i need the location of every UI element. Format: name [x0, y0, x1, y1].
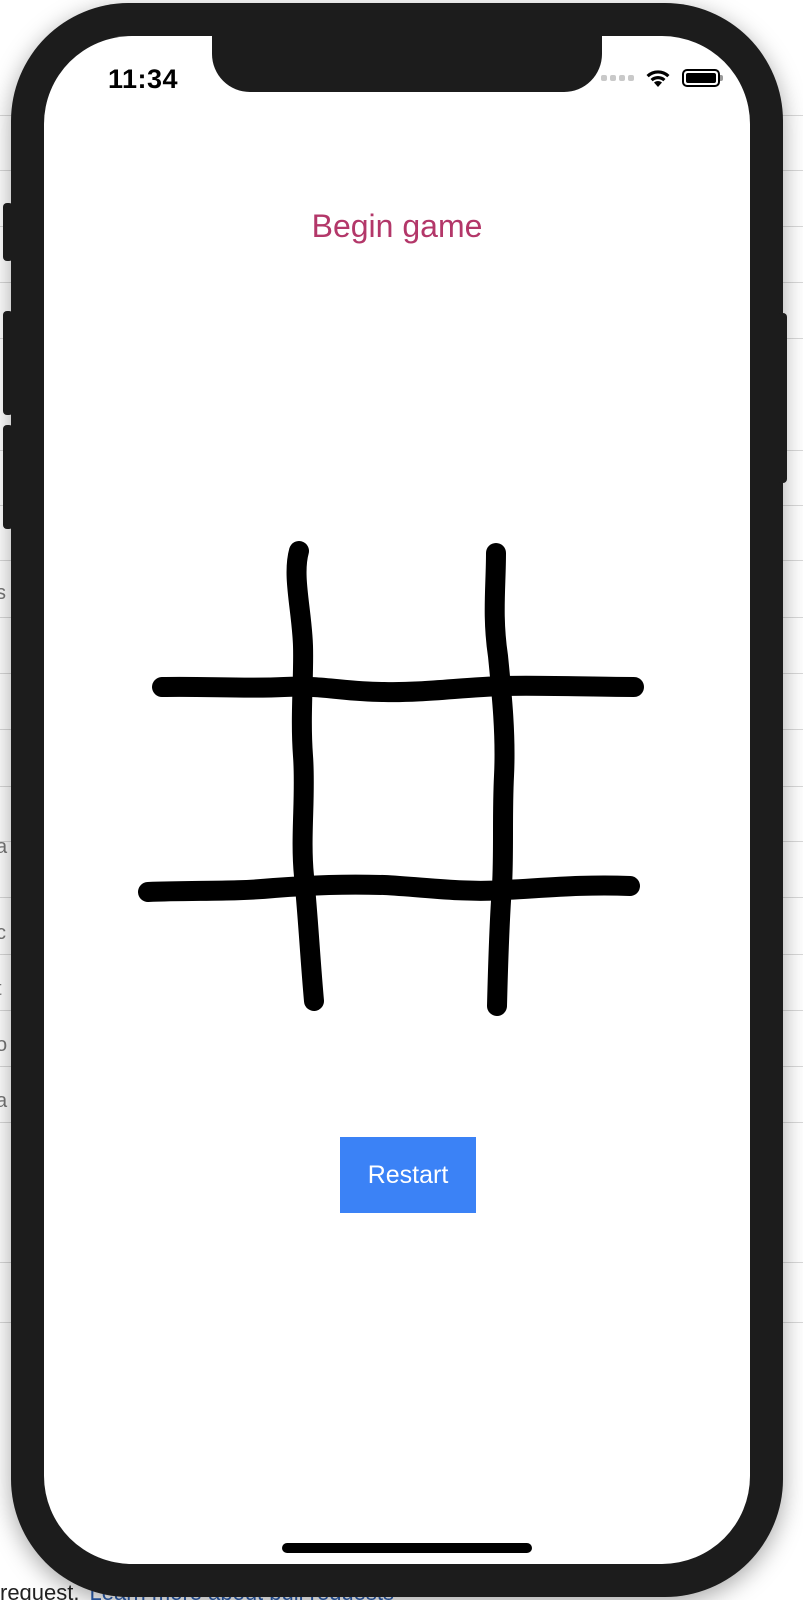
grid-line-vertical-right [484, 543, 515, 1016]
volume-up-button [3, 311, 13, 415]
home-indicator[interactable] [282, 1543, 532, 1553]
background-text-fragment: a [0, 1090, 8, 1112]
mute-switch [3, 203, 13, 261]
background-text-fragment: a [0, 836, 8, 858]
app-screen: 11:34 Begin game Restart [44, 36, 750, 1564]
background-text-fragment: s [0, 582, 6, 604]
power-button [777, 313, 787, 483]
background-text-fragment: t [0, 978, 2, 1001]
phone-frame: 11:34 Begin game Restart [3, 3, 787, 1597]
footer-text: request. [0, 1580, 80, 1600]
grid-line-horizontal-top [152, 675, 644, 703]
volume-down-button [3, 425, 13, 529]
background-text-fragment: o [0, 1034, 8, 1056]
grid-line-horizontal-bottom [138, 874, 640, 902]
grid-line-vertical-left [286, 541, 324, 1011]
background-text-fragment: c [0, 922, 6, 944]
tic-tac-toe-board[interactable] [44, 36, 750, 1564]
restart-button[interactable]: Restart [340, 1137, 476, 1213]
